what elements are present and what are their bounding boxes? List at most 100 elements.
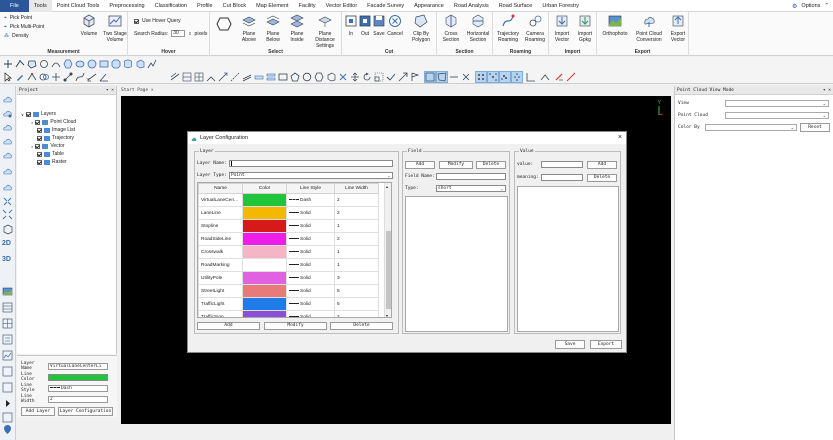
field-type-select[interactable]: short ⌄ — [436, 185, 506, 192]
split-tool-icon[interactable] — [51, 72, 61, 82]
add-layer-button[interactable]: Add Layer — [21, 407, 55, 416]
layer-table-scrollbar[interactable]: ▴ ▾ — [384, 183, 391, 317]
value-add-button[interactable]: Add — [587, 161, 617, 169]
double-bar-icon[interactable] — [266, 72, 276, 82]
layer-color-cell[interactable] — [242, 310, 287, 317]
grid-view-icon[interactable] — [2, 318, 13, 329]
layer-stack-icon[interactable] — [182, 72, 192, 82]
line-width-spinbox[interactable]: 2 — [48, 395, 108, 403]
layer-style-cell[interactable]: Solid — [286, 297, 335, 311]
layer-configuration-button[interactable]: Layer Configuration — [58, 407, 113, 416]
layer-color-cell[interactable] — [242, 193, 287, 207]
select-rect-icon[interactable] — [424, 71, 436, 83]
tree-checkbox[interactable] — [37, 135, 42, 141]
tree-checkbox[interactable] — [37, 127, 42, 133]
measure-angle-icon[interactable] — [99, 72, 109, 82]
plane-inside-button[interactable]: Plane Inside — [286, 14, 308, 43]
cross-section-button[interactable]: Cross Section — [439, 14, 463, 43]
pen-tool-icon[interactable] — [15, 72, 25, 82]
layer-width-cell[interactable]: 1 — [334, 258, 379, 272]
column-header[interactable]: Color — [242, 183, 287, 194]
use-hover-query-check[interactable] — [134, 18, 139, 24]
line-join-icon[interactable] — [206, 72, 216, 82]
column-header[interactable]: Line Style — [286, 183, 335, 194]
reset-button[interactable]: Reset — [800, 123, 830, 132]
pin-icon[interactable]: ▾ — [823, 88, 826, 93]
cloud-edit-icon[interactable] — [2, 182, 13, 193]
menu-facility[interactable]: Facility — [294, 0, 321, 12]
tree-item-table[interactable]: Table — [37, 151, 64, 157]
close-icon[interactable]: × — [111, 88, 114, 93]
layer-add-button[interactable]: Add — [197, 322, 260, 330]
location-pin-icon[interactable] — [2, 424, 13, 435]
layer-width-cell[interactable]: 5 — [334, 297, 379, 311]
select-polygon-icon[interactable] — [436, 71, 448, 83]
cursor-tool-icon[interactable] — [3, 72, 13, 82]
octagon-tool-icon[interactable] — [111, 59, 121, 69]
ellipse-tool-icon[interactable] — [75, 59, 85, 69]
table-view-icon[interactable] — [2, 302, 13, 313]
circle-outline-icon[interactable] — [302, 72, 312, 82]
menu-tools[interactable]: Tools — [28, 0, 52, 12]
doc-view-icon[interactable] — [2, 366, 13, 377]
snap-tool-icon[interactable] — [338, 72, 348, 82]
table-row[interactable]: RoadSideLine Solid 2 — [198, 232, 379, 246]
menu-facade-survey[interactable]: Facade Survey — [362, 0, 409, 12]
camera-roaming-button[interactable]: Camera Roaming — [522, 14, 548, 43]
draw-circle-icon[interactable] — [39, 59, 49, 69]
import-vector-button[interactable]: Import Vector — [551, 14, 573, 43]
tree-item-trajectory[interactable]: Trajectory — [37, 135, 74, 141]
expand-caret-icon[interactable]: > — [31, 144, 33, 149]
eraser-tool-icon[interactable] — [554, 72, 564, 82]
zoom-in-icon[interactable] — [2, 196, 13, 207]
tree-checkbox[interactable] — [35, 119, 41, 125]
multi-select-icon[interactable] — [475, 71, 487, 83]
layer-style-cell[interactable]: Solid — [286, 206, 335, 220]
menu-road-surface[interactable]: Road Surface — [494, 0, 538, 12]
save-button[interactable]: Save — [555, 340, 585, 349]
menu-map-element[interactable]: Map Element — [251, 0, 293, 12]
cloud-color-icon[interactable] — [2, 150, 13, 161]
layer-width-cell[interactable]: 1 — [334, 219, 379, 233]
plane-distance-settings-button[interactable]: Plane Distance Settings — [310, 14, 340, 49]
draw-line-icon[interactable] — [15, 59, 25, 69]
chevron-up-icon[interactable]: ⌃ — [824, 3, 829, 9]
layer-width-cell[interactable]: 5 — [334, 284, 379, 298]
tree-item-vector[interactable]: > Vector — [31, 143, 65, 149]
pin-icon[interactable]: ▾ — [106, 88, 109, 93]
layer-modify-button[interactable]: Modify — [264, 322, 327, 330]
cloud-icon[interactable] — [2, 94, 13, 105]
draw-polygon-icon[interactable] — [27, 59, 37, 69]
hexagon-outline-icon[interactable] — [314, 72, 324, 82]
view-select[interactable]: ⌄ — [725, 100, 829, 107]
close-icon[interactable]: × — [618, 132, 622, 144]
tree-item-point-cloud[interactable]: > Point Cloud — [31, 119, 76, 125]
deselect-icon[interactable] — [461, 72, 471, 82]
scatter-select-icon[interactable] — [511, 71, 523, 83]
circle-fill-tool-icon[interactable] — [87, 59, 97, 69]
cube-view-icon[interactable] — [2, 224, 13, 235]
table-row[interactable]: LaneLine Solid 2 — [198, 206, 379, 220]
cloud-add-icon[interactable] — [2, 122, 13, 133]
clip-by-polygon-button[interactable]: Clip By Polygon — [406, 14, 436, 43]
table-row[interactable]: Stopline Solid 1 — [198, 219, 379, 233]
layer-color-cell[interactable] — [242, 271, 287, 285]
value-delete-button[interactable]: Delete — [587, 174, 617, 182]
tab-close-icon[interactable]: × — [151, 88, 154, 93]
menu-classification[interactable]: Classification — [150, 0, 192, 12]
expand-caret-icon[interactable]: > — [31, 120, 33, 125]
chart-view-icon[interactable] — [2, 350, 13, 361]
tree-checkbox[interactable] — [35, 143, 41, 149]
tree-item-image-list[interactable]: Image List — [37, 127, 75, 133]
options-menu[interactable]: Options — [801, 3, 820, 9]
cut-out-button[interactable]: Out — [358, 14, 372, 37]
cut-save-button[interactable]: Save — [372, 14, 386, 37]
layer-width-cell[interactable]: 2 — [334, 193, 379, 207]
view-2d-icon[interactable]: 2D — [2, 240, 13, 251]
parallel-line-icon[interactable] — [242, 72, 252, 82]
flag-tool-icon[interactable] — [410, 72, 420, 82]
cube-outline-icon[interactable] — [326, 72, 336, 82]
layer-width-cell[interactable]: 2 — [334, 310, 379, 317]
scrollbar-thumb[interactable] — [386, 231, 391, 309]
collapse-arrow-icon[interactable] — [2, 398, 13, 409]
